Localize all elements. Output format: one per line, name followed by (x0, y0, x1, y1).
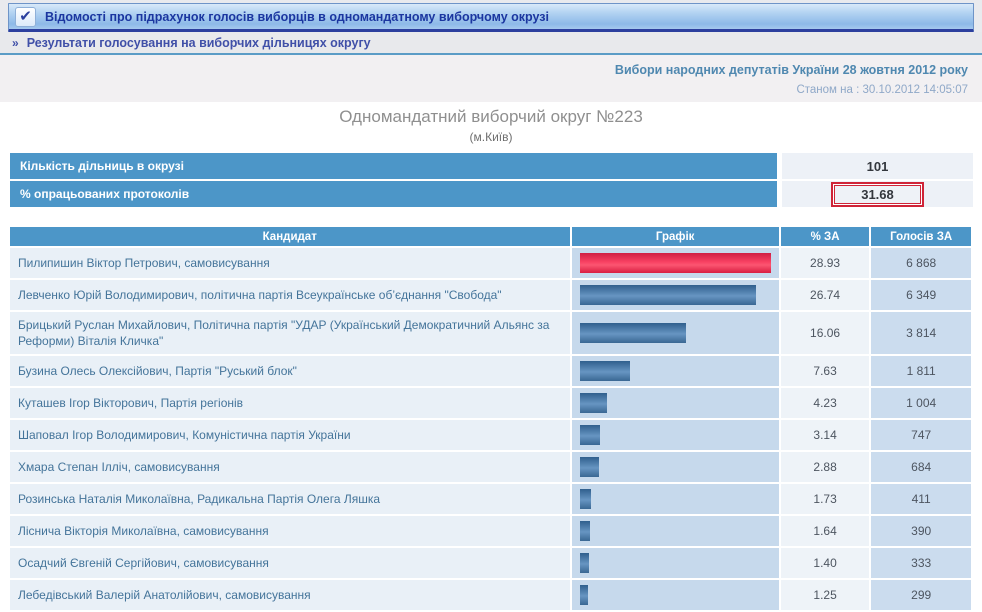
percent-for: 1.73 (781, 484, 870, 514)
candidate-row: Осадчий Євгеній Сергійович, самовисуванн… (10, 548, 971, 578)
stats-label: % опрацьованих протоколів (10, 181, 777, 207)
candidate-name: Ліснича Вікторія Миколаївна, самовисуван… (10, 516, 570, 546)
candidate-name: Левченко Юрій Володимирович, політична п… (10, 280, 570, 310)
candidate-row: Розинська Наталія Миколаївна, Радикальна… (10, 484, 971, 514)
results-table-body: Пилипишин Віктор Петрович, самовисування… (10, 248, 971, 610)
candidate-row: Хмара Степан Ілліч, самовисування 2.88684 (10, 452, 971, 482)
vote-bar (580, 361, 630, 381)
as-of-timestamp: Станом на : 30.10.2012 14:05:07 (14, 84, 968, 96)
candidate-row: Бузина Олесь Олексійович, Партія "Руськи… (10, 356, 971, 386)
stats-row: Кількість дільниць в окрузі101 (10, 153, 973, 179)
percent-for: 1.25 (781, 580, 870, 610)
candidate-name: Лебедівський Валерій Анатолійович, самов… (10, 580, 570, 610)
candidate-name: Шаповал Ігор Володимирович, Комуністична… (10, 420, 570, 450)
votes-for: 1 004 (871, 388, 971, 418)
top-strip: ✔ Відомості про підрахунок голосів вибор… (0, 0, 982, 32)
candidate-row: Левченко Юрій Володимирович, політична п… (10, 280, 971, 310)
highlight-red-box-value: 31.68 (834, 185, 921, 204)
votes-for: 390 (871, 516, 971, 546)
votes-for: 299 (871, 580, 971, 610)
vote-bar (580, 489, 591, 509)
candidate-name: Бузина Олесь Олексійович, Партія "Руськи… (10, 356, 570, 386)
percent-for: 2.88 (781, 452, 870, 482)
column-header-3: Голосів ЗА (871, 227, 971, 246)
votes-for: 411 (871, 484, 971, 514)
votes-for: 1 811 (871, 356, 971, 386)
candidate-row: Шаповал Ігор Володимирович, Комуністична… (10, 420, 971, 450)
candidate-name: Осадчий Євгеній Сергійович, самовисуванн… (10, 548, 570, 578)
vote-bar (580, 323, 686, 343)
vote-bar-cell (572, 280, 779, 310)
percent-for: 4.23 (781, 388, 870, 418)
votes-for: 333 (871, 548, 971, 578)
candidate-name: Розинська Наталія Миколаївна, Радикальна… (10, 484, 570, 514)
main-content: Одномандатний виборчий округ №223 (м.Киї… (0, 102, 982, 612)
district-stats: Кількість дільниць в окрузі101% опрацьов… (10, 153, 973, 207)
candidate-name: Пилипишин Віктор Петрович, самовисування (10, 248, 570, 278)
page: ✔ Відомості про підрахунок голосів вибор… (0, 0, 982, 612)
votes-for: 6 349 (871, 280, 971, 310)
highlight-red-box: 31.68 (831, 182, 924, 207)
percent-for: 1.40 (781, 548, 870, 578)
candidate-row: Куташев Ігор Вікторович, Партія регіонів… (10, 388, 971, 418)
votes-for: 747 (871, 420, 971, 450)
vote-bar (580, 553, 589, 573)
vote-bar-cell (572, 420, 779, 450)
votes-for: 6 868 (871, 248, 971, 278)
vote-bar-cell (572, 580, 779, 610)
breadcrumb-arrow-icon: » (12, 36, 19, 50)
column-header-2: % ЗА (781, 227, 870, 246)
candidate-row: Пилипишин Віктор Петрович, самовисування… (10, 248, 971, 278)
vote-bar (580, 457, 599, 477)
votes-for: 684 (871, 452, 971, 482)
vote-bar-cell (572, 312, 779, 354)
votes-for: 3 814 (871, 312, 971, 354)
vote-bar-cell (572, 452, 779, 482)
percent-for: 16.06 (781, 312, 870, 354)
candidate-name: Куташев Ігор Вікторович, Партія регіонів (10, 388, 570, 418)
vote-bar-cell (572, 356, 779, 386)
election-info-strip: Вибори народних депутатів України 28 жов… (0, 55, 982, 102)
page-title-bar: ✔ Відомості про підрахунок голосів вибор… (8, 3, 974, 32)
percent-for: 28.93 (781, 248, 870, 278)
checked-checkbox-icon: ✔ (15, 7, 36, 27)
vote-bar-cell (572, 248, 779, 278)
percent-for: 1.64 (781, 516, 870, 546)
column-header-0: Кандидат (10, 227, 570, 246)
candidate-row: Ліснича Вікторія Миколаївна, самовисуван… (10, 516, 971, 546)
results-table: КандидатГрафік% ЗАГолосів ЗА Пилипишин В… (8, 225, 973, 612)
stats-row: % опрацьованих протоколів 31.68 (10, 181, 973, 207)
stats-label: Кількість дільниць в окрузі (10, 153, 777, 179)
district-subtitle: (м.Київ) (0, 130, 982, 144)
percent-for: 26.74 (781, 280, 870, 310)
results-by-precinct-link[interactable]: Результати голосування на виборчих дільн… (27, 36, 371, 50)
percent-for: 7.63 (781, 356, 870, 386)
candidate-row: Лебедівський Валерій Анатолійович, самов… (10, 580, 971, 610)
percent-for: 3.14 (781, 420, 870, 450)
vote-bar (580, 253, 771, 273)
candidate-name: Хмара Степан Ілліч, самовисування (10, 452, 570, 482)
candidate-row: Брицький Руслан Михайлович, Політична па… (10, 312, 971, 354)
election-title: Вибори народних депутатів України 28 жов… (14, 63, 968, 77)
vote-bar-cell (572, 484, 779, 514)
vote-bar (580, 585, 588, 605)
vote-bar (580, 285, 757, 305)
vote-bar-cell (572, 388, 779, 418)
vote-bar (580, 425, 601, 445)
breadcrumb: » Результати голосування на виборчих діл… (0, 32, 982, 55)
results-table-header-row: КандидатГрафік% ЗАГолосів ЗА (10, 227, 971, 246)
vote-bar (580, 521, 591, 541)
stats-value: 31.68 (782, 181, 973, 207)
page-title: Відомості про підрахунок голосів виборці… (45, 10, 549, 24)
vote-bar (580, 393, 608, 413)
column-header-1: Графік (572, 227, 779, 246)
candidate-name: Брицький Руслан Михайлович, Політична па… (10, 312, 570, 354)
stats-value: 101 (782, 153, 973, 179)
district-title: Одномандатний виборчий округ №223 (0, 107, 982, 127)
vote-bar-cell (572, 548, 779, 578)
vote-bar-cell (572, 516, 779, 546)
